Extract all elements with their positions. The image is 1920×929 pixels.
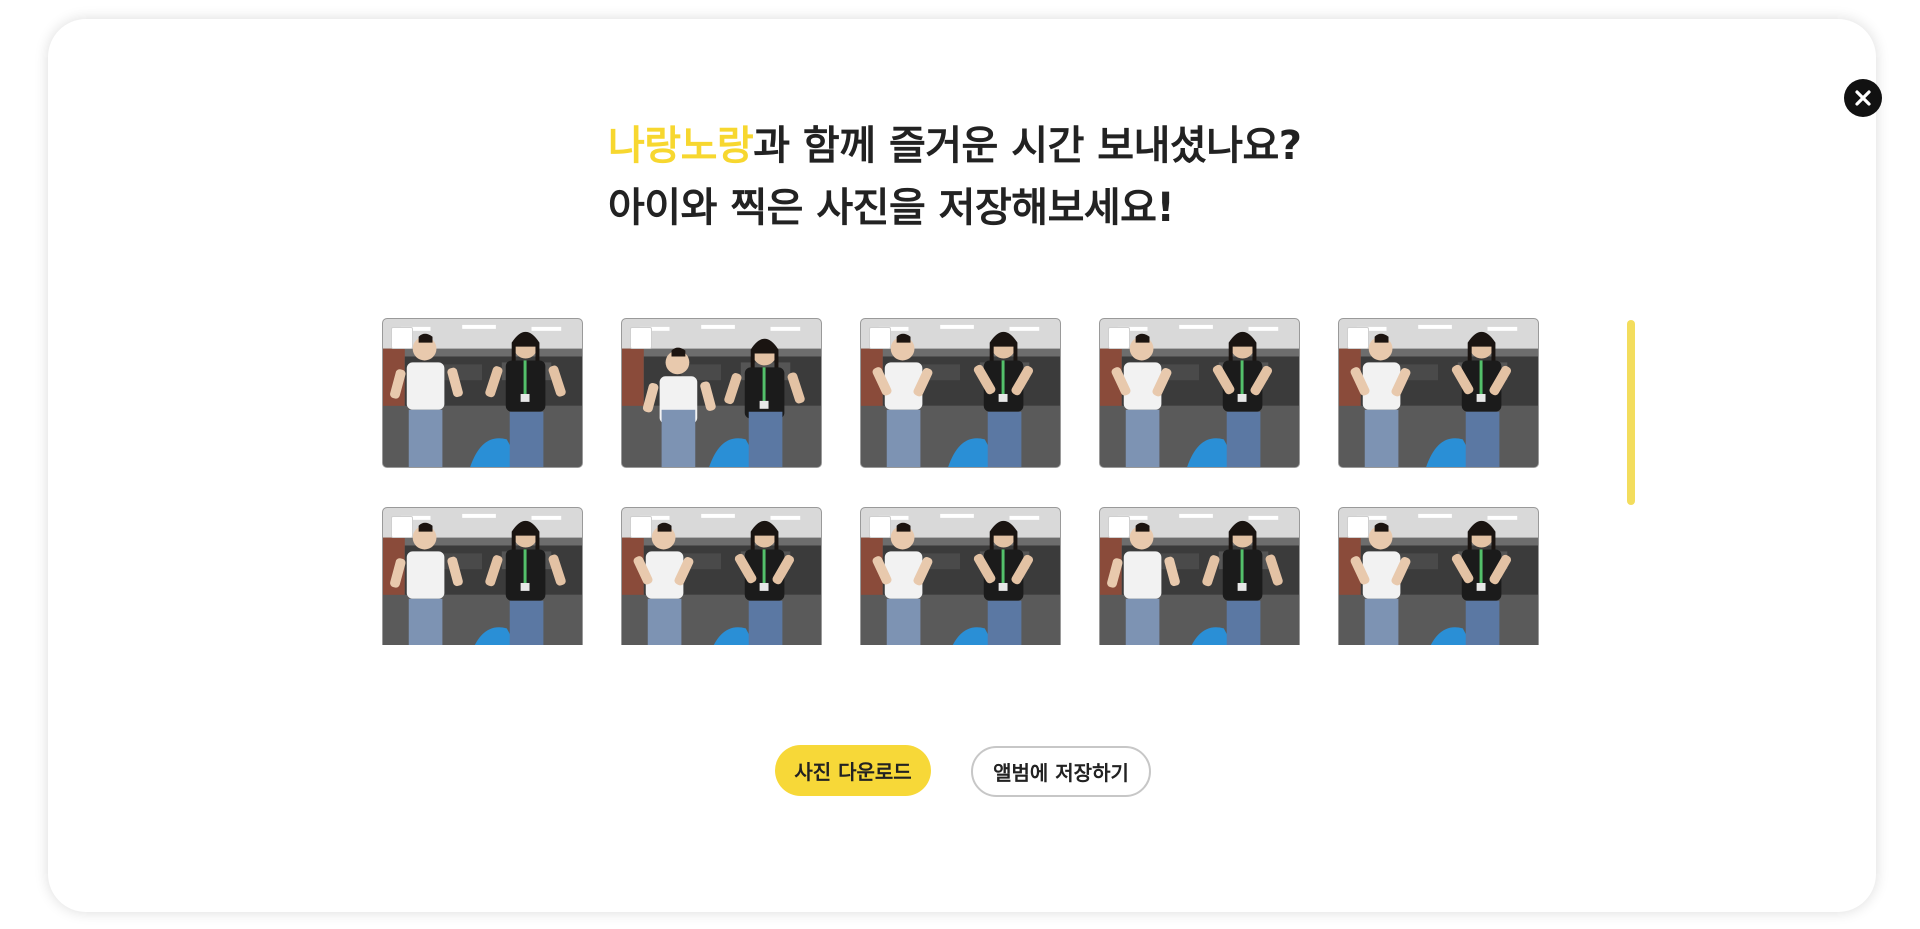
- photo-thumbnail[interactable]: [1099, 318, 1300, 468]
- headline-line-2: 아이와 찍은 사진을 저장해보세요!: [608, 185, 1175, 231]
- photo-thumbnail[interactable]: [860, 507, 1061, 645]
- photo-thumbnail[interactable]: [382, 507, 583, 645]
- photo-thumbnail[interactable]: [1338, 318, 1539, 468]
- photo-thumbnail[interactable]: [1099, 507, 1300, 645]
- close-icon: [1855, 90, 1871, 106]
- photo-select-checkbox[interactable]: [869, 516, 891, 538]
- photo-select-checkbox[interactable]: [391, 327, 413, 349]
- download-photos-button[interactable]: 사진 다운로드: [775, 745, 931, 796]
- photo-thumbnail[interactable]: [621, 318, 822, 468]
- photo-select-checkbox[interactable]: [1347, 516, 1369, 538]
- photo-select-checkbox[interactable]: [869, 327, 891, 349]
- photo-thumbnail[interactable]: [860, 318, 1061, 468]
- gallery-scrollbar[interactable]: [1627, 320, 1635, 505]
- photo-thumbnail[interactable]: [382, 318, 583, 468]
- save-to-album-button[interactable]: 앨범에 저장하기: [971, 746, 1151, 797]
- photo-thumbnail[interactable]: [621, 507, 822, 645]
- photo-select-checkbox[interactable]: [630, 327, 652, 349]
- photo-select-checkbox[interactable]: [1108, 516, 1130, 538]
- headline-line-1: 나랑노랑과 함께 즐거운 시간 보내셨나요?: [608, 115, 1302, 177]
- brand-name: 나랑노랑: [608, 123, 754, 169]
- photo-select-checkbox[interactable]: [1108, 327, 1130, 349]
- modal-headline: 나랑노랑과 함께 즐거운 시간 보내셨나요? 아이와 찍은 사진을 저장해보세요…: [608, 115, 1302, 239]
- close-button[interactable]: [1844, 79, 1882, 117]
- photo-select-checkbox[interactable]: [630, 516, 652, 538]
- headline-line-1-text: 과 함께 즐거운 시간 보내셨나요?: [753, 123, 1302, 169]
- photo-thumbnail[interactable]: [1338, 507, 1539, 645]
- photo-gallery[interactable]: [382, 318, 1542, 645]
- photo-select-checkbox[interactable]: [1347, 327, 1369, 349]
- photo-select-checkbox[interactable]: [391, 516, 413, 538]
